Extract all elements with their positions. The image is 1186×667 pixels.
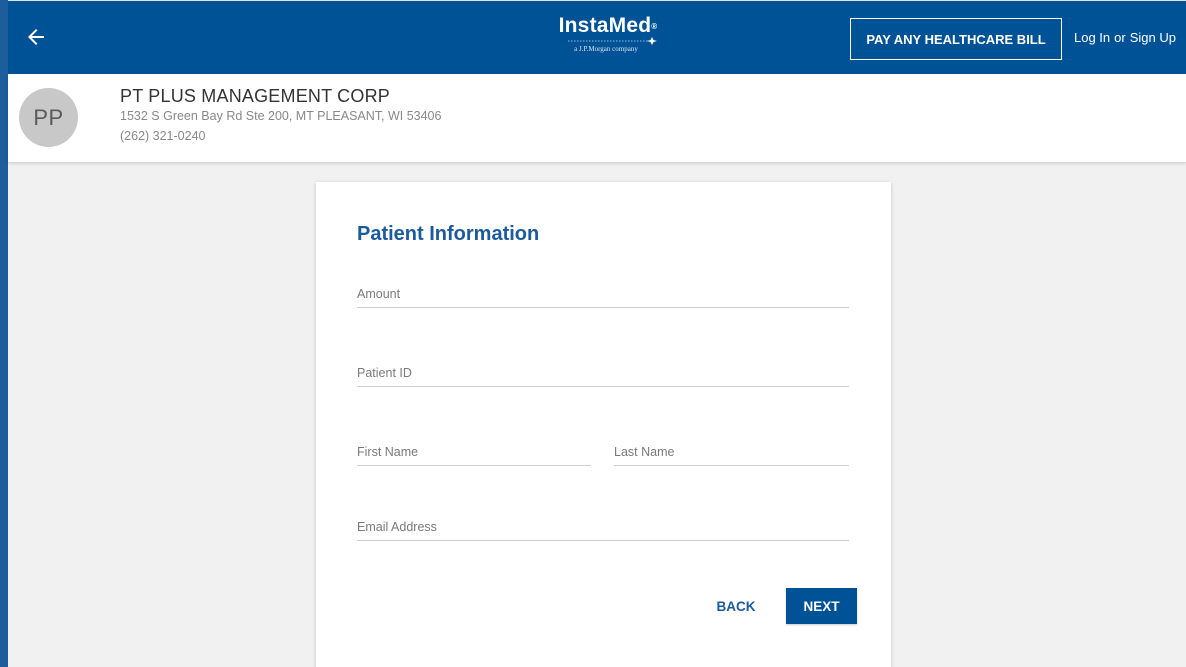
next-button[interactable]: NEXT <box>786 588 857 624</box>
logo-text: InstaMed <box>558 14 652 37</box>
patient-information-card: Patient Information BACK NEXT <box>316 182 891 667</box>
back-button[interactable]: BACK <box>709 588 763 624</box>
email-field-container <box>357 513 849 541</box>
auth-links: Log In or Sign Up <box>1074 30 1176 45</box>
merchant-address: 1532 S Green Bay Rd Ste 200, MT PLEASANT… <box>120 109 442 123</box>
first-name-field-container <box>357 438 591 466</box>
patient-id-input[interactable] <box>357 359 849 386</box>
amount-field-container <box>357 280 849 308</box>
patient-id-field-container <box>357 359 849 387</box>
merchant-info-panel: PP PT PLUS MANAGEMENT CORP 1532 S Green … <box>8 74 1186 163</box>
logo-subtitle: a J.P.Morgan company <box>574 45 638 53</box>
or-separator: or <box>1114 30 1126 45</box>
signup-link[interactable]: Sign Up <box>1130 30 1176 45</box>
merchant-name: PT PLUS MANAGEMENT CORP <box>120 86 390 106</box>
form-title: Patient Information <box>357 223 540 245</box>
first-name-input[interactable] <box>357 438 591 465</box>
email-input[interactable] <box>357 513 849 540</box>
merchant-phone: (262) 321-0240 <box>120 129 206 143</box>
instamed-logo[interactable]: InstaMed® a J.P.Morgan company <box>548 14 668 58</box>
amount-input[interactable] <box>357 280 849 307</box>
logo-registered-mark: ® <box>651 22 658 31</box>
pay-healthcare-bill-button[interactable]: PAY ANY HEALTHCARE BILL <box>850 18 1062 60</box>
arrow-left-icon[interactable] <box>24 25 48 49</box>
login-link[interactable]: Log In <box>1074 30 1110 45</box>
last-name-input[interactable] <box>614 438 849 465</box>
avatar: PP <box>19 88 78 147</box>
top-navigation-bar: InstaMed® a J.P.Morgan company PAY ANY H… <box>8 0 1186 74</box>
last-name-field-container <box>614 438 849 466</box>
